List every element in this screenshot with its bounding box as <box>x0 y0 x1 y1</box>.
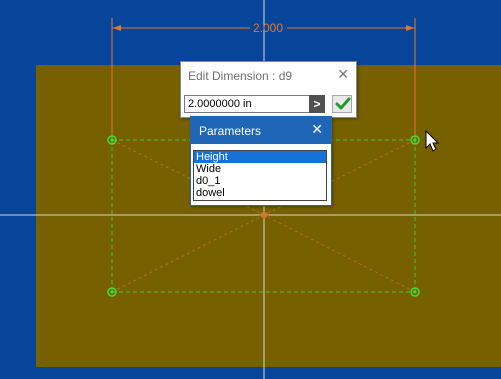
parameters-title: Parameters <box>199 124 262 138</box>
parameter-arrow-button[interactable]: > <box>309 95 325 113</box>
close-icon[interactable]: ✕ <box>337 66 349 83</box>
list-item[interactable]: Wide <box>194 163 326 175</box>
list-item[interactable]: d0_1 <box>194 175 326 187</box>
edit-dimension-dialog: Edit Dimension : d9 ✕ > <box>180 61 357 118</box>
accept-button[interactable] <box>332 95 352 113</box>
dimension-value-label[interactable]: 2.000 <box>253 21 283 35</box>
dimension-value-input[interactable] <box>184 95 324 113</box>
dialog-title: Edit Dimension : d9 <box>188 69 293 83</box>
parameters-dialog: Parameters ✕ Height Wide d0_1 dowel <box>190 116 332 206</box>
parameters-list[interactable]: Height Wide d0_1 dowel <box>193 150 327 201</box>
parameters-header: Parameters ✕ <box>191 117 331 144</box>
close-icon[interactable]: ✕ <box>311 121 323 138</box>
checkmark-icon <box>335 97 351 110</box>
list-item[interactable]: dowel <box>194 187 326 199</box>
list-item[interactable]: Height <box>194 151 326 163</box>
